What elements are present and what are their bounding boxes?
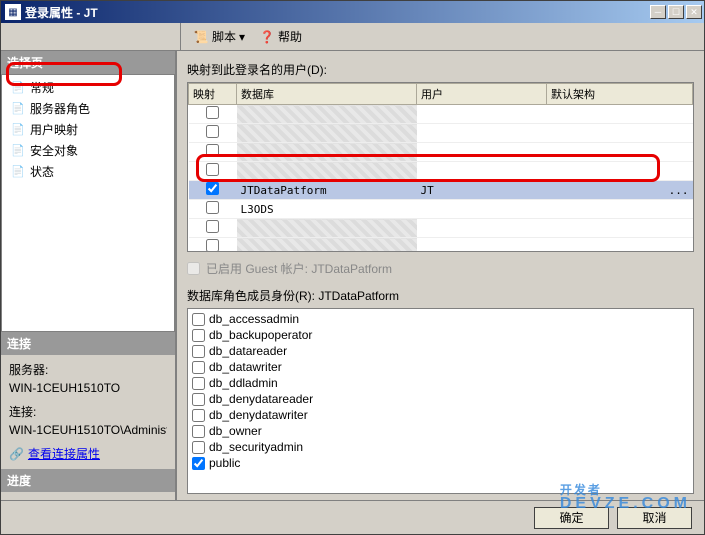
roles-label: 数据库角色成员身份(R): JTDataPatform — [187, 287, 694, 304]
conn-label: 连接: — [9, 403, 167, 421]
role-item[interactable]: db_owner — [192, 423, 689, 439]
help-label: 帮助 — [278, 28, 302, 45]
role-checkbox[interactable] — [192, 345, 205, 358]
close-button[interactable]: ✕ — [686, 5, 702, 19]
role-item[interactable]: db_datawriter — [192, 359, 689, 375]
guest-account-row: 已启用 Guest 帐户: JTDataPatform — [187, 260, 694, 277]
role-item[interactable]: db_backupoperator — [192, 327, 689, 343]
nav-server-roles[interactable]: 📄服务器角色 — [2, 98, 174, 119]
highlight-user-mapping — [6, 62, 122, 86]
role-checkbox[interactable] — [192, 393, 205, 406]
guest-checkbox — [187, 262, 200, 275]
role-checkbox[interactable] — [192, 377, 205, 390]
page-icon: 📄 — [10, 122, 26, 138]
progress-header: 进度 — [1, 469, 175, 492]
server-label: 服务器: — [9, 361, 167, 379]
server-value: WIN-1CEUH1510TO — [9, 379, 167, 397]
nav-securables[interactable]: 📄安全对象 — [2, 140, 174, 161]
table-row[interactable]: xxxxxx — [189, 238, 693, 253]
map-checkbox[interactable] — [206, 239, 219, 252]
map-checkbox[interactable] — [206, 220, 219, 233]
role-checkbox[interactable] — [192, 329, 205, 342]
dropdown-icon: ▾ — [239, 30, 245, 44]
table-row[interactable]: xxxxxx — [189, 124, 693, 143]
role-item[interactable]: db_denydatareader — [192, 391, 689, 407]
role-item[interactable]: db_datareader — [192, 343, 689, 359]
nav-user-mapping[interactable]: 📄用户映射 — [2, 119, 174, 140]
map-checkbox[interactable] — [206, 106, 219, 119]
conn-value: WIN-1CEUH1510TO\Administrat — [9, 421, 167, 439]
nav-status[interactable]: 📄状态 — [2, 161, 174, 182]
role-item[interactable]: public — [192, 455, 689, 471]
map-checkbox[interactable] — [206, 125, 219, 138]
main-panel: 映射到此登录名的用户(D): 映射 数据库 用户 默认架构 xxxxxxxxxx… — [177, 51, 704, 500]
col-map[interactable]: 映射 — [189, 84, 237, 105]
view-connection-link[interactable]: 查看连接属性 — [28, 445, 100, 463]
minimize-button[interactable]: ─ — [650, 5, 666, 19]
page-nav-list: 📄常规 📄服务器角色 📄用户映射 📄安全对象 📄状态 — [1, 74, 175, 332]
db-roles-list[interactable]: db_accessadmindb_backupoperatordb_datare… — [187, 308, 694, 494]
role-item[interactable]: db_ddladmin — [192, 375, 689, 391]
mapping-label: 映射到此登录名的用户(D): — [187, 61, 694, 78]
help-button[interactable]: ❓ 帮助 — [255, 26, 306, 47]
dialog-buttons: 确定 取消 — [1, 500, 704, 534]
role-item[interactable]: db_accessadmin — [192, 311, 689, 327]
role-checkbox[interactable] — [192, 409, 205, 422]
table-row[interactable]: JTDataPatformJT... — [189, 181, 693, 200]
titlebar: ▦ 登录属性 - JT ─ ☐ ✕ — [1, 1, 704, 23]
page-icon: 📄 — [10, 143, 26, 159]
role-checkbox[interactable] — [192, 361, 205, 374]
help-icon: ❓ — [259, 29, 275, 45]
role-item[interactable]: db_securityadmin — [192, 439, 689, 455]
role-checkbox[interactable] — [192, 441, 205, 454]
connection-header: 连接 — [1, 332, 175, 355]
cancel-button[interactable]: 取消 — [617, 507, 692, 529]
role-item[interactable]: db_denydatawriter — [192, 407, 689, 423]
page-icon: 📄 — [10, 164, 26, 180]
script-label: 脚本 — [212, 28, 236, 45]
map-checkbox[interactable] — [206, 201, 219, 214]
maximize-button[interactable]: ☐ — [668, 5, 684, 19]
sidebar: 选择页 📄常规 📄服务器角色 📄用户映射 📄安全对象 📄状态 连接 服务器: W… — [1, 51, 177, 500]
map-checkbox[interactable] — [206, 182, 219, 195]
col-schema[interactable]: 默认架构 — [547, 84, 693, 105]
col-database[interactable]: 数据库 — [237, 84, 417, 105]
role-checkbox[interactable] — [192, 457, 205, 470]
connection-icon: 🔗 — [9, 445, 24, 463]
script-button[interactable]: 📜 脚本 ▾ — [189, 26, 249, 47]
table-row[interactable]: xxxxxx — [189, 219, 693, 238]
role-checkbox[interactable] — [192, 313, 205, 326]
page-icon: 📄 — [10, 101, 26, 117]
col-user[interactable]: 用户 — [417, 84, 547, 105]
role-checkbox[interactable] — [192, 425, 205, 438]
script-icon: 📜 — [193, 29, 209, 45]
app-icon: ▦ — [5, 4, 21, 20]
ok-button[interactable]: 确定 — [534, 507, 609, 529]
table-row[interactable]: L3ODS — [189, 200, 693, 219]
connection-info: 服务器: WIN-1CEUH1510TO 连接: WIN-1CEUH1510TO… — [1, 355, 175, 469]
table-row[interactable]: xxxxxx — [189, 105, 693, 124]
window-title: 登录属性 - JT — [25, 4, 650, 21]
highlight-selected-row — [196, 154, 660, 182]
toolbar: 📜 脚本 ▾ ❓ 帮助 — [1, 23, 704, 51]
guest-label: 已启用 Guest 帐户: JTDataPatform — [206, 260, 392, 277]
